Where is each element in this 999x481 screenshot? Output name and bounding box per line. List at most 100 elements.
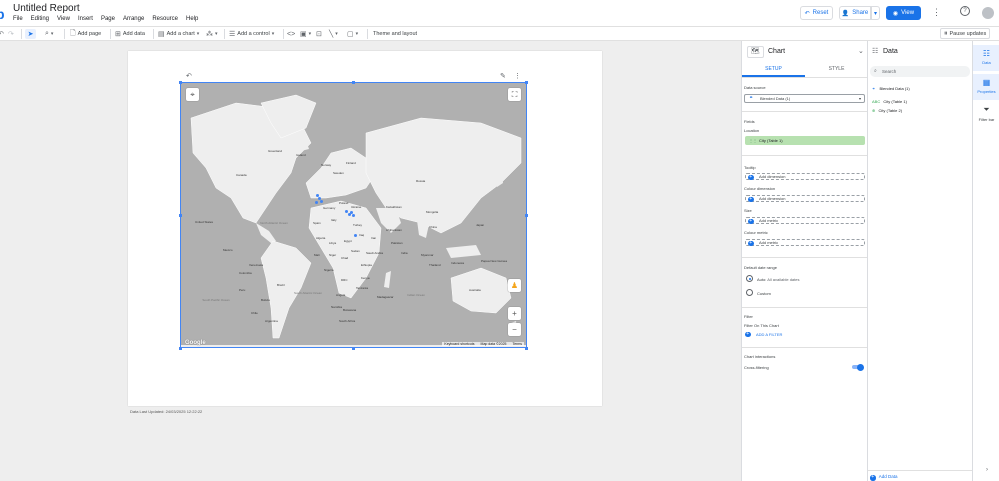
line-button[interactable]: ╲ ▾: [329, 29, 338, 39]
map-select-area-button[interactable]: ⌖: [186, 88, 199, 101]
image-button[interactable]: ▣ ▾: [300, 29, 311, 39]
add-filter-button[interactable]: + ADD A FILTER: [745, 331, 782, 338]
add-circle-icon: +: [748, 239, 754, 246]
google-logo: Google: [185, 340, 206, 346]
field-city-table2[interactable]: ⊕ City (Table 2): [872, 108, 902, 113]
zoom-out-button[interactable]: −: [508, 323, 521, 336]
minus-icon: −: [512, 325, 517, 334]
menu-page[interactable]: Page: [101, 16, 115, 22]
add-size-metric[interactable]: + Add metric: [745, 217, 865, 224]
chevron-down-icon: ▾: [858, 96, 861, 101]
resize-handle[interactable]: [525, 214, 528, 217]
chevron-down-icon[interactable]: ⌄: [858, 47, 864, 55]
text-button[interactable]: ⊡: [316, 29, 322, 39]
map-marker[interactable]: [320, 200, 323, 203]
avatar[interactable]: [982, 7, 994, 19]
add-page-button[interactable]: 🗋 Add page: [70, 29, 101, 39]
terms-link[interactable]: Terms: [512, 342, 522, 346]
code-icon: <>: [287, 30, 296, 38]
add-colour-dimension[interactable]: + Add dimension: [745, 195, 865, 202]
resize-handle[interactable]: [352, 347, 355, 350]
zoom-button[interactable]: ⌕ ▾: [45, 29, 53, 39]
view-button[interactable]: ◉ View: [886, 6, 921, 20]
undo-button[interactable]: ↶: [0, 29, 4, 39]
resize-handle[interactable]: [352, 81, 355, 84]
more-vert-icon[interactable]: ⋮: [514, 72, 521, 80]
map-chart-icon[interactable]: 🗺: [747, 46, 764, 58]
tab-style[interactable]: STYLE: [805, 63, 868, 77]
menu-view[interactable]: View: [57, 16, 70, 22]
data-source-select[interactable]: ⚭ Blended Data (1) ▾: [744, 94, 865, 103]
theme-layout-button[interactable]: Theme and layout: [373, 29, 417, 39]
embed-url-button[interactable]: <>: [287, 29, 295, 39]
add-colour-metric[interactable]: + Add metric: [745, 239, 865, 246]
share-dropdown-button[interactable]: ▾: [871, 6, 880, 20]
cross-filtering-toggle[interactable]: [852, 363, 864, 371]
map-label: Japan: [476, 223, 485, 227]
rail-properties-button[interactable]: ▦ Properties: [973, 74, 999, 100]
select-tool-button[interactable]: ➤: [25, 29, 36, 39]
custom-date-radio[interactable]: [746, 289, 753, 296]
rail-data-button[interactable]: ☷ Data: [973, 45, 999, 71]
add-person-icon: 👤: [841, 10, 850, 17]
menu-resource[interactable]: Resource: [152, 16, 178, 22]
map-label: Namibia: [331, 305, 343, 309]
map-fullscreen-button[interactable]: ⛶: [508, 88, 521, 101]
community-viz-button[interactable]: ⁂ ▾: [206, 29, 218, 39]
chevron-right-icon[interactable]: ›: [986, 467, 988, 473]
keyboard-shortcuts-link[interactable]: Keyboard shortcuts: [444, 342, 474, 346]
rail-filter-bar-button[interactable]: ⏷ Filter bar: [973, 105, 999, 127]
edit-pencil-icon[interactable]: ✎: [500, 72, 506, 80]
data-icon: ☷: [982, 49, 991, 58]
map-marker[interactable]: [352, 214, 355, 217]
tab-setup[interactable]: SETUP: [742, 63, 805, 77]
search-icon: ⌕: [874, 68, 877, 74]
share-button[interactable]: 👤 Share: [839, 6, 871, 20]
report-page[interactable]: ↶ ✎ ⋮ Greenland Iceland Canada United St…: [128, 51, 602, 406]
divider: [742, 155, 868, 156]
map-marker[interactable]: [315, 201, 318, 204]
undo-icon[interactable]: ↶: [186, 72, 192, 80]
chevron-down-icon: ▾: [50, 31, 54, 37]
resize-handle[interactable]: [179, 214, 182, 217]
reset-button[interactable]: ↶ Reset: [800, 6, 833, 20]
map-label: Kenya: [361, 276, 370, 280]
resize-handle[interactable]: [179, 81, 182, 84]
more-vert-icon[interactable]: ⋮: [932, 7, 941, 18]
report-title[interactable]: Untitled Report: [13, 3, 80, 14]
street-view-pegman-button[interactable]: ♟: [508, 279, 521, 292]
pause-updates-button[interactable]: ⏸ Pause updates: [940, 28, 991, 39]
field-city-table1[interactable]: ABC City (Table 1): [872, 99, 907, 104]
report-canvas[interactable]: ↶ ✎ ⋮ Greenland Iceland Canada United St…: [0, 41, 741, 481]
map-marker[interactable]: [354, 234, 357, 237]
google-map-chart[interactable]: Greenland Iceland Canada United States M…: [180, 82, 527, 348]
menu-help[interactable]: Help: [186, 16, 198, 22]
menu-insert[interactable]: Insert: [78, 16, 93, 22]
map-label: Venezuela: [249, 263, 264, 267]
toggle-knob: [857, 363, 864, 371]
redo-button[interactable]: ↷: [8, 29, 14, 39]
data-source-label: Data source: [744, 85, 766, 90]
looker-studio-logo[interactable]: b: [0, 6, 5, 22]
pegman-icon: ♟: [510, 281, 519, 290]
auto-date-radio[interactable]: [746, 275, 753, 282]
resize-handle[interactable]: [525, 347, 528, 350]
add-data-button[interactable]: ⊞ Add data: [115, 29, 145, 39]
ocean-label: North Atlantic Ocean: [260, 221, 288, 225]
zoom-in-button[interactable]: +: [508, 307, 521, 320]
add-tooltip-dimension[interactable]: + Add dimension: [745, 173, 865, 180]
menu-arrange[interactable]: Arrange: [123, 16, 144, 22]
add-data-button[interactable]: + Add Data: [870, 474, 898, 481]
resize-handle[interactable]: [525, 81, 528, 84]
add-chart-button[interactable]: ▤ Add a chart ▾: [158, 29, 199, 39]
blended-data-source[interactable]: ⚭ Blended Data (1): [872, 86, 910, 91]
add-control-button[interactable]: ☰ Add a control ▾: [229, 29, 274, 39]
map-label: Iran: [371, 236, 377, 240]
search-input[interactable]: ⌕ Search: [870, 66, 970, 77]
menu-editing[interactable]: Editing: [31, 16, 49, 22]
location-field-chip[interactable]: ⋮⋮ City (Table 1): [745, 136, 865, 145]
menu-file[interactable]: File: [13, 16, 23, 22]
help-icon[interactable]: ?: [960, 6, 970, 16]
resize-handle[interactable]: [179, 347, 182, 350]
shape-button[interactable]: ▢ ▾: [347, 29, 358, 39]
